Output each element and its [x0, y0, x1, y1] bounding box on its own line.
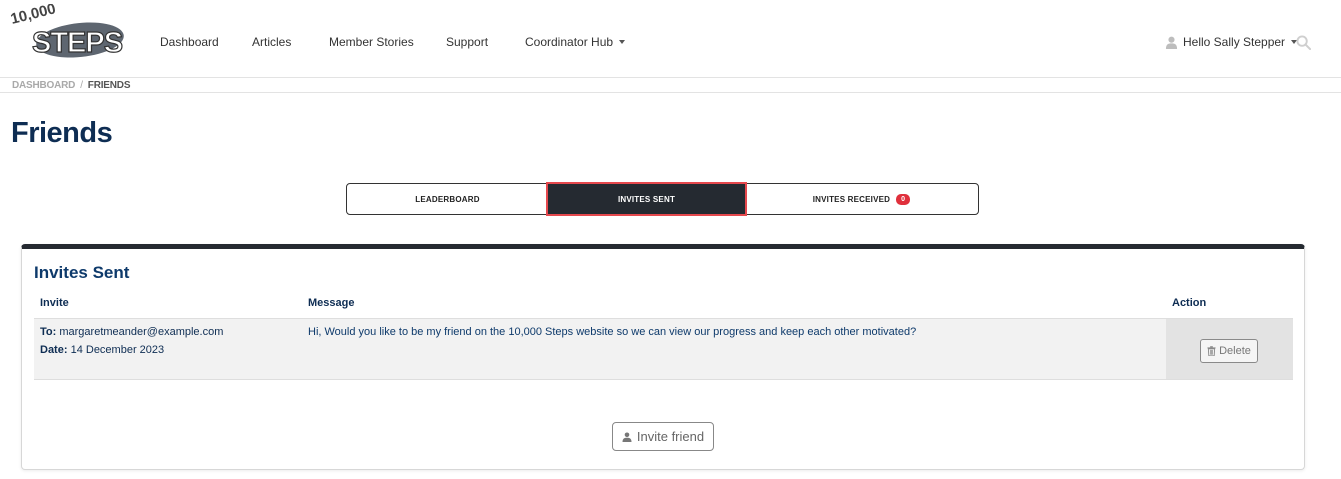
person-icon	[622, 432, 632, 442]
invite-date-label: Date:	[40, 344, 68, 356]
breadcrumb-separator: /	[80, 80, 83, 91]
logo-top-text: 10,000	[10, 4, 57, 28]
tab-invites-received[interactable]: INVITES RECEIVED 0	[745, 184, 978, 214]
nav-support[interactable]: Support	[446, 35, 488, 49]
delete-button[interactable]: Delete	[1200, 339, 1258, 363]
trash-icon	[1207, 346, 1216, 356]
tab-invites-sent-label: INVITES SENT	[617, 194, 676, 204]
nav-dashboard[interactable]: Dashboard	[160, 35, 219, 49]
user-icon	[1165, 36, 1178, 49]
invite-to-email: margaretmeander@example.com	[59, 326, 224, 338]
breadcrumb-current: FRIENDS	[87, 80, 131, 91]
column-header-message: Message	[308, 297, 355, 309]
invite-date: Date: 14 December 2023	[40, 344, 164, 356]
tab-leaderboard-label: LEADERBOARD	[415, 194, 480, 204]
invite-friend-label: Invite friend	[636, 429, 705, 444]
caret-down-icon	[619, 40, 626, 44]
invites-received-count-badge: 0	[896, 193, 911, 205]
user-menu[interactable]: Hello Sally Stepper	[1165, 35, 1298, 49]
nav-coordinator-hub[interactable]: Coordinator Hub	[525, 35, 626, 49]
invite-to: To: margaretmeander@example.com	[40, 326, 223, 338]
invite-message: Hi, Would you like to be my friend on th…	[308, 326, 917, 338]
card-title: Invites Sent	[34, 263, 130, 282]
column-header-action: Action	[1172, 297, 1207, 309]
nav-articles[interactable]: Articles	[252, 35, 291, 49]
invites-sent-card: Invites Sent Invite Message Action To: m…	[21, 244, 1305, 470]
steps-logo[interactable]: 10,000 STEPS	[10, 4, 126, 66]
page-title: Friends	[11, 117, 113, 149]
column-header-invite: Invite	[40, 297, 69, 309]
tab-invites-received-label: INVITES RECEIVED	[812, 194, 891, 204]
invite-to-label: To:	[40, 326, 57, 338]
tab-invites-sent[interactable]: INVITES SENT	[546, 182, 747, 216]
breadcrumb-divider	[0, 92, 1341, 93]
table-row: To: margaretmeander@example.com Date: 14…	[34, 318, 1293, 380]
site-header: 10,000 STEPS Dashboard Articles Member S…	[0, 0, 1341, 78]
invite-friend-button[interactable]: Invite friend	[612, 422, 714, 451]
tab-leaderboard[interactable]: LEADERBOARD	[347, 184, 548, 214]
breadcrumb: DASHBOARD / FRIENDS	[12, 79, 130, 92]
friends-tabs: LEADERBOARD INVITES SENT INVITES RECEIVE…	[346, 182, 979, 216]
search-icon[interactable]	[1296, 35, 1311, 50]
delete-button-label: Delete	[1219, 345, 1251, 357]
nav-member-stories[interactable]: Member Stories	[329, 35, 414, 49]
user-greeting: Hello Sally Stepper	[1183, 35, 1286, 49]
nav-coordinator-hub-label: Coordinator Hub	[525, 35, 614, 49]
logo-main-text: STEPS	[32, 27, 123, 59]
invite-date-value: 14 December 2023	[70, 344, 165, 356]
breadcrumb-home[interactable]: DASHBOARD	[12, 80, 75, 91]
